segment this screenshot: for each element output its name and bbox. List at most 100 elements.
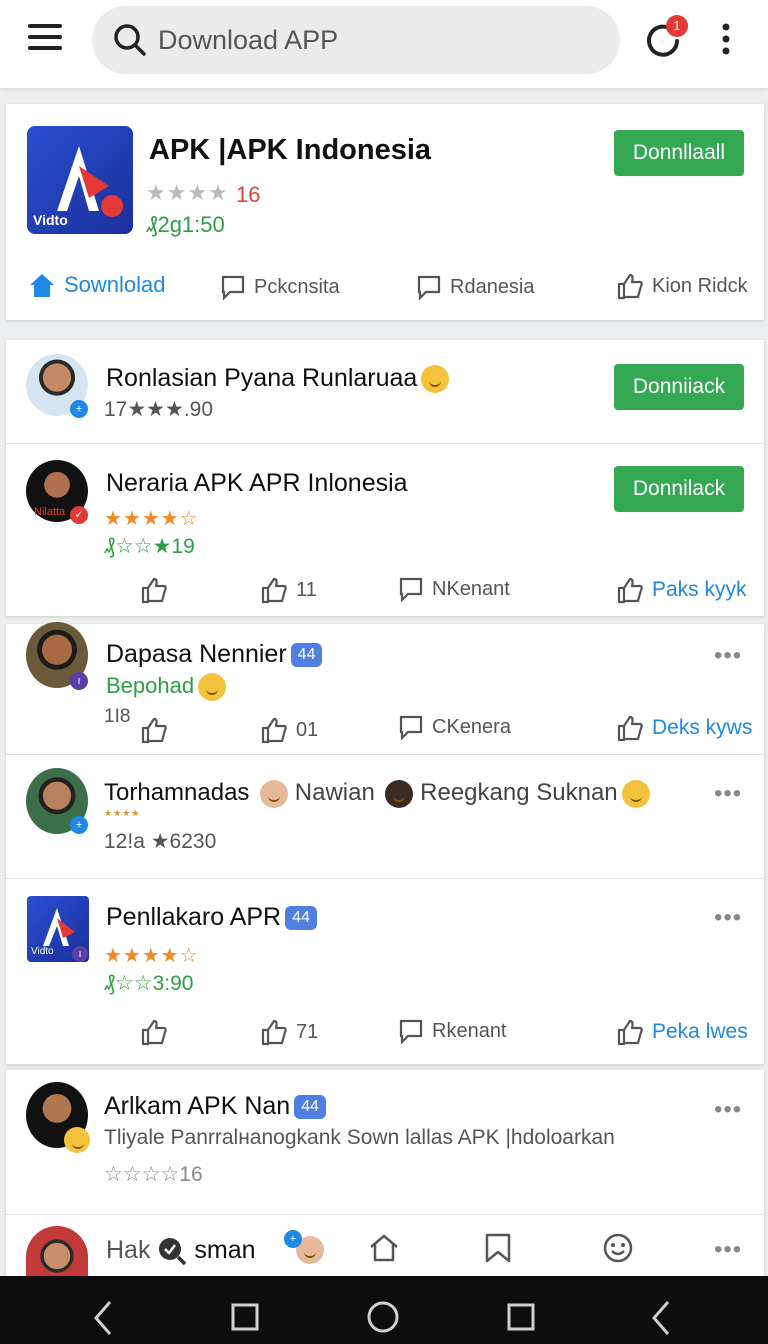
face-emoji-icon: [260, 779, 289, 808]
like-count-button[interactable]: 11: [260, 576, 317, 604]
add-badge-icon: +: [284, 1230, 302, 1248]
back-icon[interactable]: [90, 1298, 116, 1338]
more-options-icon[interactable]: •••: [714, 642, 742, 670]
rating-count: 16: [236, 182, 261, 207]
divider: [6, 878, 764, 879]
app-icon[interactable]: Vidto: [27, 126, 133, 234]
post-author-name: Ronlasian Pyana Runlaruaa: [106, 364, 418, 392]
share-button[interactable]: Peka lwes: [616, 1018, 748, 1046]
verified-badge-icon: +: [70, 400, 88, 418]
download-button[interactable]: Donnilack: [614, 466, 744, 512]
like-button[interactable]: [140, 1018, 168, 1046]
smile-emoji-icon: [198, 673, 227, 702]
more-options-icon[interactable]: •••: [714, 1236, 742, 1264]
app-title: APK |APK Indonesia: [149, 134, 432, 166]
post-author-name: Arlkam APK Nan: [104, 1092, 291, 1120]
like-count-button[interactable]: 01: [260, 716, 318, 744]
thumbs-up-icon: [617, 715, 643, 742]
more-options-icon[interactable]: •••: [714, 1096, 742, 1124]
tab-download-label: Sownlolad: [64, 272, 166, 297]
comment-button[interactable]: CKenera: [398, 714, 511, 740]
like-count: 11: [296, 578, 317, 601]
comment-icon: [417, 275, 441, 300]
thumbs-up-icon: [261, 717, 287, 744]
smile-emoji-icon: [621, 779, 650, 808]
post-description: Tliyale Panrralнanogkank Sown lallas APK…: [104, 1126, 615, 1149]
thumbs-up-icon: [141, 717, 167, 744]
rating-stars: ★★★★☆: [104, 508, 199, 530]
share-label: Deks kyws: [652, 716, 753, 739]
home-icon: [30, 274, 54, 297]
bookmark-icon[interactable]: [482, 1232, 514, 1264]
post-meta: 12!a ★6230: [104, 830, 217, 853]
post-meta: ₰☆☆★19: [104, 535, 195, 558]
comment-icon: [399, 577, 423, 602]
rating-stars: ★★★★: [104, 808, 141, 818]
comment-label: Rkenant: [432, 1019, 507, 1042]
like-button[interactable]: [140, 716, 168, 744]
post-meta: ₰☆☆3:90: [104, 972, 194, 995]
check-search-icon: [159, 1238, 187, 1266]
search-icon: [114, 24, 146, 56]
share-button[interactable]: Paks kyyk: [616, 576, 747, 604]
home-circle-icon[interactable]: [366, 1300, 400, 1334]
comment-icon: [399, 1019, 423, 1044]
divider: [6, 443, 764, 444]
app-size: ₰2g1:50: [146, 212, 225, 237]
post-author-name: Torhamnadas: [104, 779, 250, 806]
like-count-button[interactable]: 71: [260, 1018, 318, 1046]
tab-kion-ridck[interactable]: Kion Ridck: [616, 272, 748, 300]
hamburger-menu-icon[interactable]: [28, 24, 62, 54]
rating-stars: ★★★★: [146, 180, 229, 205]
post-author: Penllakaro APR 44: [106, 903, 317, 932]
smile-emoji-icon: [64, 1127, 90, 1153]
comment-icon: [399, 715, 423, 740]
tab-label: Kion Ridck: [652, 274, 748, 297]
share-button[interactable]: Deks kyws: [616, 714, 752, 742]
badge-icon: ı: [70, 672, 88, 690]
tab-pckcnsita[interactable]: Pckcnsita: [220, 274, 340, 300]
level-chip: 44: [290, 643, 323, 668]
back-icon[interactable]: [648, 1298, 674, 1338]
smile-emoji-icon: [421, 365, 450, 394]
post-author-name: Dapasa Nennier: [106, 640, 287, 668]
like-button[interactable]: [140, 576, 168, 604]
rating-stars: ★★★★☆: [104, 945, 199, 967]
more-options-icon[interactable]: •••: [714, 780, 742, 808]
more-options-icon[interactable]: •••: [714, 904, 742, 932]
tab-download[interactable]: Sownlolad: [28, 272, 166, 298]
post-author: Arlkam APK Nan 44: [104, 1092, 326, 1121]
share-label: Peka lwes: [652, 1020, 748, 1043]
vertical-dots-icon[interactable]: [716, 22, 736, 56]
post-author: Ronlasian Pyana Runlaruaa: [106, 364, 450, 394]
post-author-name-2: Nawian: [294, 779, 375, 806]
verified-badge-icon: +: [70, 816, 88, 834]
post-author: Dapasa Nennier 44: [106, 640, 323, 669]
post-status-text: Bepohad: [106, 673, 195, 698]
tab-label: Rdanesia: [450, 275, 535, 298]
thumbs-up-icon: [141, 1019, 167, 1046]
thumbs-up-icon: [261, 1019, 287, 1046]
level-chip: 44: [294, 1095, 326, 1120]
share-label: Paks kyyk: [652, 578, 747, 601]
level-chip: 44: [285, 906, 317, 931]
square-icon[interactable]: [230, 1302, 260, 1332]
thumbs-up-icon: [617, 1019, 643, 1046]
comment-button[interactable]: Rkenant: [398, 1018, 507, 1044]
avatar-label: Vidto: [31, 946, 54, 957]
comment-button[interactable]: NKenant: [398, 576, 510, 602]
download-button[interactable]: Donniiack: [614, 364, 744, 410]
post-status: Bepohad: [106, 673, 227, 702]
divider: [6, 754, 764, 755]
download-button[interactable]: Donnllaall: [614, 130, 744, 176]
post-author-name-2: sman: [194, 1236, 256, 1264]
home-icon[interactable]: [368, 1232, 400, 1264]
tab-rdanesia[interactable]: Rdanesia: [416, 274, 535, 300]
post-meta: ☆☆☆☆16: [104, 1163, 203, 1186]
recents-icon[interactable]: [506, 1302, 536, 1332]
search-input[interactable]: Download APP: [158, 22, 338, 58]
divider: [6, 1214, 764, 1215]
comment-icon: [221, 275, 245, 300]
smiley-icon[interactable]: [602, 1232, 634, 1264]
post-author: Hak sman: [106, 1236, 256, 1266]
